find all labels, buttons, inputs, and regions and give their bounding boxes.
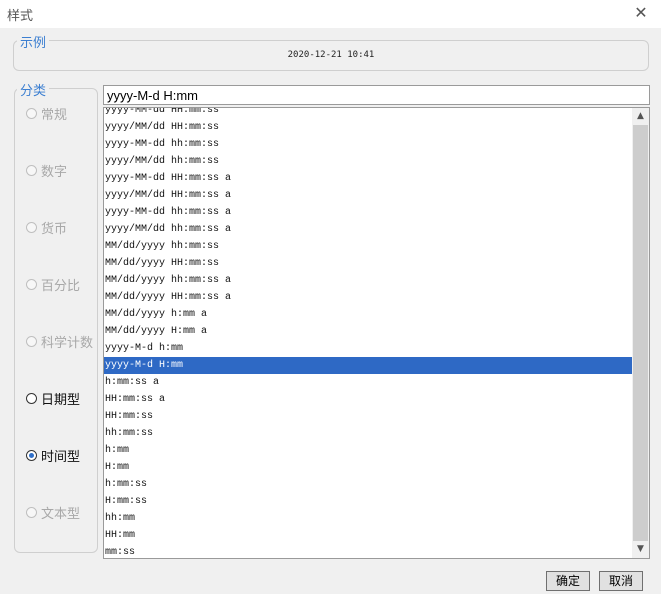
close-icon[interactable]: ✕ <box>630 2 652 24</box>
list-item[interactable]: h:mm:ss <box>104 476 633 493</box>
category-option-label: 时间型 <box>41 449 81 465</box>
category-option-label: 数字 <box>41 164 68 180</box>
radio-selected-icon[interactable] <box>26 449 37 461</box>
category-option-label: 百分比 <box>41 278 81 294</box>
radio-icon[interactable] <box>26 392 37 404</box>
list-item[interactable]: h:mm:ss a <box>104 374 633 391</box>
category-option-label: 货币 <box>41 221 68 237</box>
radio-icon <box>26 164 37 176</box>
category-group: 分类 常规数字货币百分比科学计数日期型时间型文本型 <box>14 80 98 553</box>
example-group: 示例 2020-12-21 10:41 <box>13 32 649 71</box>
category-option: 百分比 <box>26 274 80 294</box>
category-option[interactable]: 时间型 <box>26 445 80 465</box>
list-item[interactable]: HH:mm:ss <box>104 408 633 425</box>
format-input[interactable] <box>103 85 650 105</box>
example-preview: 2020-12-21 10:41 <box>287 50 375 60</box>
example-legend: 示例 <box>17 32 50 51</box>
category-option: 数字 <box>26 160 67 180</box>
title-bar: 样式 ✕ <box>0 0 661 28</box>
list-item[interactable]: HH:mm <box>104 527 633 544</box>
list-item[interactable]: H:mm:ss <box>104 493 633 510</box>
category-option: 常规 <box>26 103 67 123</box>
list-item[interactable]: mm:ss <box>104 544 633 558</box>
list-item[interactable]: yyyy/MM/dd hh:mm:ss <box>104 153 633 170</box>
scroll-thumb[interactable] <box>633 125 648 541</box>
category-option[interactable]: 日期型 <box>26 388 80 408</box>
vertical-scrollbar[interactable]: ▲ ▼ <box>632 108 649 558</box>
list-item[interactable]: yyyy/MM/dd HH:mm:ss <box>104 119 633 136</box>
list-item[interactable]: yyyy-MM-dd hh:mm:ss <box>104 136 633 153</box>
list-item[interactable]: MM/dd/yyyy hh:mm:ss <box>104 238 633 255</box>
list-item[interactable]: MM/dd/yyyy HH:mm:ss <box>104 255 633 272</box>
list-item[interactable]: MM/dd/yyyy hh:mm:ss a <box>104 272 633 289</box>
list-item[interactable]: yyyy-MM-dd HH:mm:ss a <box>104 170 633 187</box>
list-item[interactable]: HH:mm:ss a <box>104 391 633 408</box>
radio-icon <box>26 107 37 119</box>
window-title: 样式 <box>7 9 34 24</box>
category-option-label: 文本型 <box>41 506 81 522</box>
scroll-up-icon[interactable]: ▲ <box>632 108 649 125</box>
ok-button[interactable]: 确定 <box>546 571 590 591</box>
list-item[interactable]: yyyy/MM/dd hh:mm:ss a <box>104 221 633 238</box>
format-list[interactable]: yyyy-MM-dd HH:mm:ss yyyy/MM/dd HH:mm:ss yy… <box>103 107 650 559</box>
category-legend: 分类 <box>17 80 50 99</box>
category-option-label: 科学计数 <box>41 335 94 351</box>
list-item[interactable]: h:mm <box>104 442 633 459</box>
category-option: 货币 <box>26 217 67 237</box>
cancel-button[interactable]: 取消 <box>599 571 643 591</box>
list-item[interactable]: yyyy-MM-dd HH:mm:ss <box>104 108 633 119</box>
radio-icon <box>26 221 37 233</box>
list-item[interactable]: yyyy-MM-dd hh:mm:ss a <box>104 204 633 221</box>
category-option-label: 日期型 <box>41 392 81 408</box>
list-item[interactable]: MM/dd/yyyy h:mm a <box>104 306 633 323</box>
list-item[interactable]: MM/dd/yyyy H:mm a <box>104 323 633 340</box>
scroll-down-icon[interactable]: ▼ <box>632 541 649 558</box>
list-item[interactable]: MM/dd/yyyy HH:mm:ss a <box>104 289 633 306</box>
list-item[interactable]: yyyy-M-d h:mm <box>104 340 633 357</box>
list-item[interactable]: H:mm <box>104 459 633 476</box>
radio-icon <box>26 278 37 290</box>
radio-icon <box>26 335 37 347</box>
radio-icon <box>26 506 37 518</box>
list-item-selected[interactable]: yyyy-M-d H:mm <box>104 357 633 374</box>
list-item[interactable]: hh:mm:ss <box>104 425 633 442</box>
category-option: 科学计数 <box>26 331 93 351</box>
list-item[interactable]: hh:mm <box>104 510 633 527</box>
category-option: 文本型 <box>26 502 80 522</box>
list-item[interactable]: yyyy/MM/dd HH:mm:ss a <box>104 187 633 204</box>
category-option-label: 常规 <box>41 107 68 123</box>
